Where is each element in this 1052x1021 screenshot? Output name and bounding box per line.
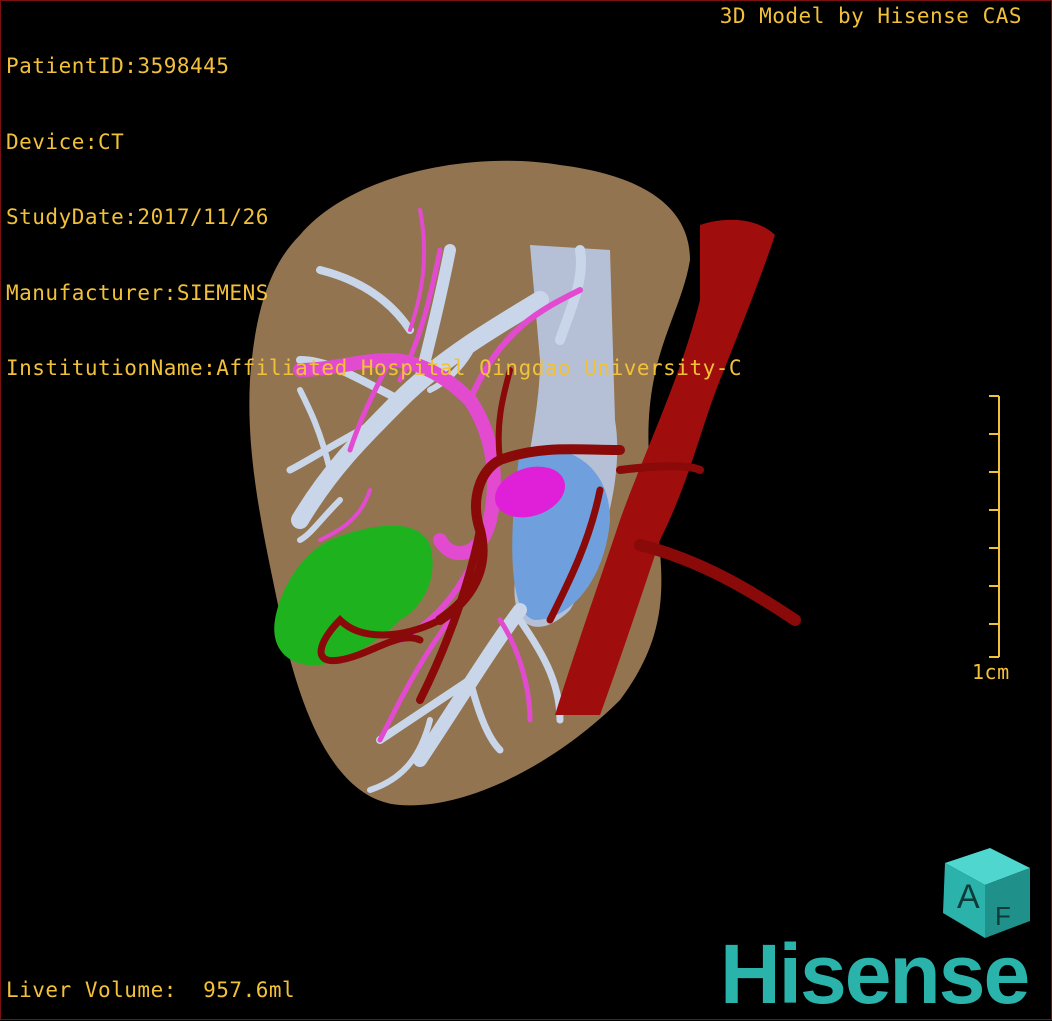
device-label: Device:CT [6,129,125,154]
study-date-label: StudyDate:2017/11/26 [6,205,269,229]
scale-unit-label: 1cm [972,660,1010,684]
institution-label: InstitutionName:Affiliated Hospital Qing… [6,356,743,380]
vendor-label: 3D Model by Hisense CAS [719,4,1022,28]
dicom-info-overlay: PatientID:3598445 Device:CT StudyDate:20… [6,4,742,407]
manufacturer-label: Manufacturer:SIEMENS [6,280,269,305]
liver-volume-label: Liver Volume: 957.6ml [6,978,296,1002]
scale-bar [989,395,1000,658]
patient-id-label: PatientID:3598445 [6,54,230,78]
hisense-logo: Hisense [720,927,1030,1021]
cube-face-a: A [957,878,980,916]
